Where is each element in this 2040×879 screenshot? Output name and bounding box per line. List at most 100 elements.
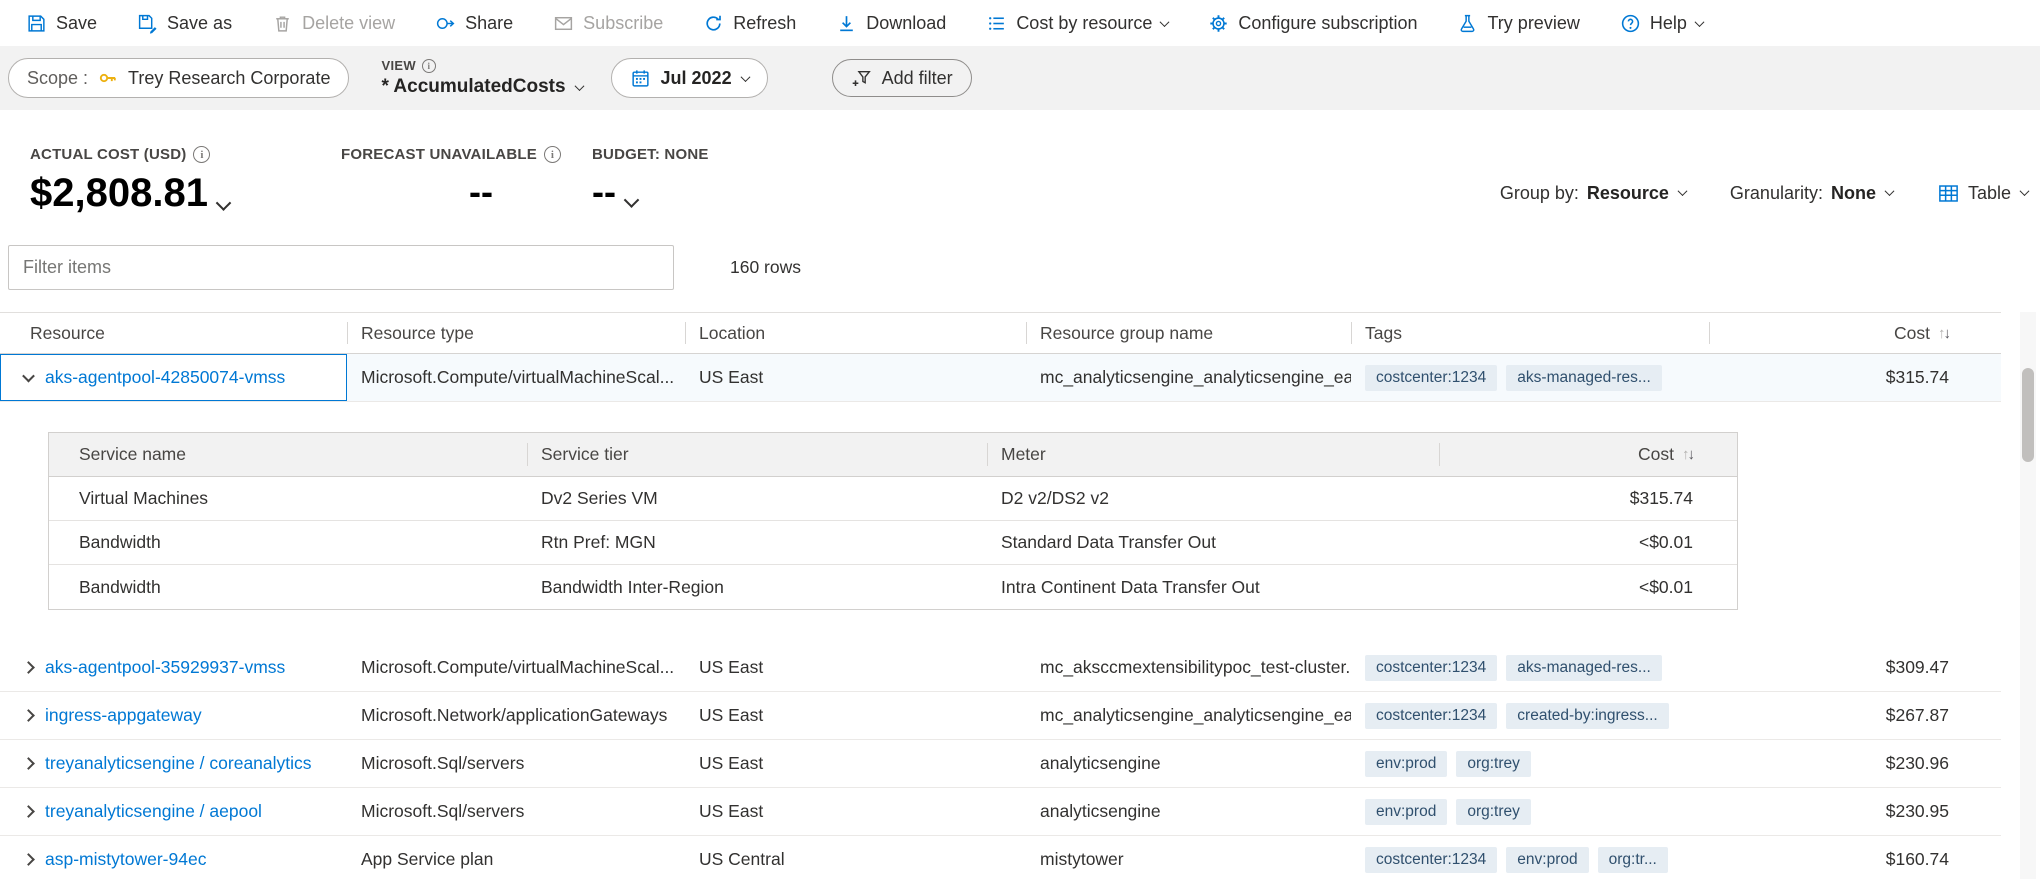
resource-group-cell: analyticsengine	[1026, 740, 1351, 787]
scope-picker[interactable]: Scope : Trey Research Corporate	[8, 58, 349, 98]
resource-link[interactable]: treyanalyticsengine / aepool	[45, 801, 262, 822]
chart-controls: Group by: Resource Granularity: None Tab…	[1500, 182, 2028, 205]
resource-link[interactable]: aks-agentpool-42850074-vmss	[45, 367, 285, 388]
scope-bar: Scope : Trey Research Corporate VIEW * A…	[0, 46, 2040, 110]
expand-chevron-icon[interactable]	[22, 853, 35, 866]
table-row[interactable]: treyanalyticsengine / coreanalytics Micr…	[0, 740, 2001, 788]
column-header-meter[interactable]: Meter	[987, 433, 1439, 476]
vertical-scrollbar[interactable]	[2020, 312, 2036, 879]
service-name-cell: Bandwidth	[49, 521, 527, 564]
tag-chip: org:trey	[1456, 751, 1531, 777]
service-name-cell: Bandwidth	[49, 565, 527, 609]
tag-chip: org:tr...	[1598, 847, 1668, 873]
tag-chip: created-by:ingress...	[1506, 703, 1668, 729]
resource-detail-table: Service name Service tier Meter Cost ↑↓ …	[48, 432, 1738, 610]
delete-view-button[interactable]: Delete view	[272, 13, 395, 34]
save-as-button[interactable]: Save as	[137, 13, 232, 34]
column-header-tags[interactable]: Tags	[1351, 313, 1709, 353]
table-row[interactable]: ingress-appgateway Microsoft.Network/app…	[0, 692, 2001, 740]
column-header-resource-group[interactable]: Resource group name	[1026, 313, 1351, 353]
actual-cost-block: ACTUAL COST (USD) $2,808.81	[30, 146, 229, 216]
resource-link[interactable]: treyanalyticsengine / coreanalytics	[45, 753, 312, 774]
location-cell: US Central	[685, 836, 1026, 879]
expand-chevron-icon[interactable]	[22, 757, 35, 770]
table-row[interactable]: asp-mistytower-94ec App Service plan US …	[0, 836, 2001, 879]
location-cell: US East	[685, 354, 1026, 401]
column-header-cost[interactable]: Cost ↑↓	[1709, 313, 2001, 353]
view-selector[interactable]: VIEW * AccumulatedCosts	[381, 58, 582, 98]
save-as-label: Save as	[167, 13, 232, 34]
column-header-service-tier[interactable]: Service tier	[527, 433, 987, 476]
tag-chip: aks-managed-res...	[1506, 655, 1662, 681]
location-cell: US East	[685, 740, 1026, 787]
group-by-selector[interactable]: Group by: Resource	[1500, 183, 1686, 204]
table-row[interactable]: aks-agentpool-42850074-vmss Microsoft.Co…	[0, 354, 2001, 402]
table-grid-icon	[1937, 182, 1960, 205]
column-header-service-name[interactable]: Service name	[49, 433, 527, 476]
view-type-selector[interactable]: Table	[1937, 182, 2028, 205]
resource-type-cell: Microsoft.Compute/virtualMachineScal...	[347, 354, 685, 401]
location-cell: US East	[685, 692, 1026, 739]
column-header-cost[interactable]: Cost ↑↓	[1439, 433, 1737, 476]
help-icon	[1620, 13, 1641, 34]
budget-label: BUDGET: NONE	[592, 146, 709, 163]
expand-chevron-icon[interactable]	[22, 709, 35, 722]
resource-cell: aks-agentpool-35929937-vmss	[0, 644, 347, 691]
share-button[interactable]: Share	[435, 13, 513, 34]
resource-group-cell: mistytower	[1026, 836, 1351, 879]
expand-chevron-icon[interactable]	[22, 661, 35, 674]
column-header-location[interactable]: Location	[685, 313, 1026, 353]
column-header-resource-type[interactable]: Resource type	[347, 313, 685, 353]
resource-link[interactable]: aks-agentpool-35929937-vmss	[45, 657, 285, 678]
tags-cell: env:prod org:trey	[1351, 740, 1709, 787]
filter-items-input[interactable]	[8, 245, 674, 290]
chevron-down-icon	[2020, 186, 2030, 196]
refresh-button[interactable]: Refresh	[703, 13, 796, 34]
meter-cell: Intra Continent Data Transfer Out	[987, 565, 1439, 609]
key-icon	[98, 68, 118, 88]
budget-menu[interactable]: --	[592, 171, 709, 213]
date-range-value: Jul 2022	[661, 68, 732, 89]
granularity-selector[interactable]: Granularity: None	[1730, 183, 1893, 204]
help-menu[interactable]: Help	[1620, 13, 1703, 34]
chevron-down-icon	[1694, 17, 1704, 27]
table-row[interactable]: treyanalyticsengine / aepool Microsoft.S…	[0, 788, 2001, 836]
table-row[interactable]: aks-agentpool-35929937-vmss Microsoft.Co…	[0, 644, 2001, 692]
forecast-value: --	[469, 171, 493, 213]
group-by-value: Resource	[1587, 183, 1669, 204]
tags-cell: costcenter:1234 env:prod org:tr...	[1351, 836, 1709, 879]
service-tier-cell: Bandwidth Inter-Region	[527, 565, 987, 609]
expand-chevron-icon[interactable]	[22, 805, 35, 818]
granularity-value: None	[1831, 183, 1876, 204]
scope-label: Scope :	[27, 68, 88, 89]
chevron-down-icon	[1677, 186, 1687, 196]
resource-group-cell: mc_analyticsengine_analyticsengine_ea...	[1026, 354, 1351, 401]
scrollbar-thumb[interactable]	[2022, 368, 2034, 462]
column-header-resource[interactable]: Resource	[0, 313, 347, 353]
tag-chip: costcenter:1234	[1365, 847, 1497, 873]
try-preview-button[interactable]: Try preview	[1457, 13, 1579, 34]
tag-chip: env:prod	[1365, 799, 1447, 825]
configure-subscription-button[interactable]: Configure subscription	[1208, 13, 1417, 34]
gear-icon	[1208, 13, 1229, 34]
forecast-label: FORECAST UNAVAILABLE	[341, 146, 537, 163]
group-by-label: Group by:	[1500, 183, 1579, 204]
add-filter-button[interactable]: Add filter	[832, 59, 972, 97]
cost-analysis-page: Save Save as Delete view Share Subscribe…	[0, 0, 2040, 879]
subscribe-button[interactable]: Subscribe	[553, 13, 663, 34]
granularity-label: Granularity:	[1730, 183, 1823, 204]
table-header-row: Resource Resource type Location Resource…	[0, 312, 2001, 354]
save-button[interactable]: Save	[26, 13, 97, 34]
resource-link[interactable]: ingress-appgateway	[45, 705, 202, 726]
actual-cost-menu[interactable]: $2,808.81	[30, 171, 229, 216]
tag-chip: costcenter:1234	[1365, 703, 1497, 729]
collapse-chevron-icon[interactable]	[22, 370, 35, 383]
detail-row: Virtual Machines Dv2 Series VM D2 v2/DS2…	[49, 477, 1737, 521]
share-icon	[435, 13, 456, 34]
resource-link[interactable]: asp-mistytower-94ec	[45, 849, 206, 870]
date-range-picker[interactable]: Jul 2022	[611, 58, 768, 98]
cost-by-resource-menu[interactable]: Cost by resource	[986, 13, 1168, 34]
download-button[interactable]: Download	[836, 13, 946, 34]
help-label: Help	[1650, 13, 1687, 34]
resource-group-cell: mc_aksccmextensibilitypoc_test-cluster..…	[1026, 644, 1351, 691]
